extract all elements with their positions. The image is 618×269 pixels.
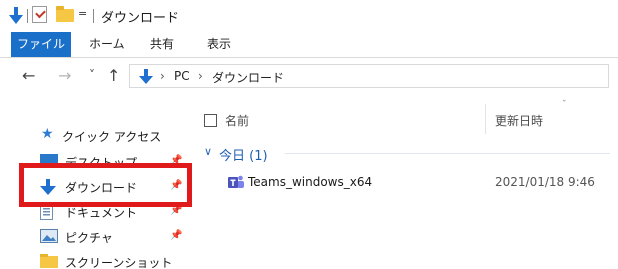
group-header-today[interactable]: ∨ 今日 (1) bbox=[190, 142, 618, 164]
list-item[interactable]: Teams_windows_x64 2021/01/18 9:46 bbox=[190, 171, 618, 195]
chevron-down-icon: ∨ bbox=[204, 145, 213, 158]
nav-item-label: ピクチャ bbox=[65, 231, 113, 245]
tab-file[interactable]: ファイル bbox=[11, 32, 71, 57]
breadcrumb-pc[interactable]: PC bbox=[174, 69, 190, 83]
properties-icon[interactable] bbox=[32, 6, 47, 23]
pin-icon[interactable]: 📌 bbox=[170, 230, 182, 241]
qat-customize-button[interactable]: = bbox=[78, 7, 87, 20]
window-title: ダウンロード bbox=[101, 11, 180, 26]
file-name: Teams_windows_x64 bbox=[248, 175, 373, 189]
group-divider bbox=[285, 153, 610, 154]
star-icon: ★ bbox=[41, 126, 54, 142]
teams-icon bbox=[228, 175, 244, 188]
column-header: 名前 更新日時 ˇ bbox=[190, 94, 618, 134]
column-date-header[interactable]: 更新日時 bbox=[495, 112, 543, 129]
tab-share[interactable]: 共有 bbox=[144, 32, 180, 57]
breadcrumb-separator: › bbox=[198, 69, 203, 83]
tab-home[interactable]: ホーム bbox=[83, 32, 131, 57]
recent-locations-button[interactable]: ˅ bbox=[89, 68, 95, 82]
nav-item-label: クイック アクセス bbox=[62, 130, 162, 144]
forward-button[interactable]: → bbox=[58, 66, 71, 85]
sort-chevron-icon: ˇ bbox=[562, 100, 567, 110]
back-button[interactable]: ← bbox=[22, 66, 35, 85]
download-folder-icon bbox=[139, 69, 153, 84]
breadcrumb-separator: › bbox=[160, 69, 165, 83]
file-modified-date: 2021/01/18 9:46 bbox=[495, 175, 595, 189]
up-button[interactable]: ↑ bbox=[107, 66, 120, 85]
file-list-pane: 名前 更新日時 ˇ ∨ 今日 (1) Teams_windows_x64 202… bbox=[190, 94, 618, 269]
breadcrumb-downloads[interactable]: ダウンロード bbox=[212, 69, 284, 86]
highlight-box bbox=[19, 163, 192, 207]
select-all-checkbox[interactable] bbox=[204, 114, 217, 127]
address-row: ← → ˅ ↑ › PC › ダウンロード bbox=[0, 58, 618, 94]
group-label: 今日 (1) bbox=[219, 149, 268, 164]
tab-view[interactable]: 表示 bbox=[201, 32, 237, 57]
picture-icon bbox=[40, 229, 58, 243]
title-bar: = ダウンロード bbox=[0, 0, 618, 32]
column-divider[interactable] bbox=[485, 104, 486, 134]
nav-item-pictures[interactable]: ピクチャ 📌 bbox=[0, 225, 190, 249]
folder-icon bbox=[40, 254, 58, 268]
qat-separator bbox=[93, 9, 94, 23]
column-name-header[interactable]: 名前 bbox=[225, 112, 249, 129]
ribbon-tabs: ファイル ホーム 共有 表示 bbox=[0, 32, 618, 58]
qat-separator bbox=[27, 9, 28, 23]
download-arrow-icon[interactable] bbox=[9, 7, 23, 25]
nav-item-screenshots[interactable]: スクリーンショット bbox=[0, 250, 190, 269]
nav-item-label: スクリーンショット bbox=[65, 256, 173, 269]
new-folder-icon[interactable] bbox=[56, 6, 74, 22]
nav-quick-access[interactable]: ★ クイック アクセス bbox=[0, 124, 190, 148]
